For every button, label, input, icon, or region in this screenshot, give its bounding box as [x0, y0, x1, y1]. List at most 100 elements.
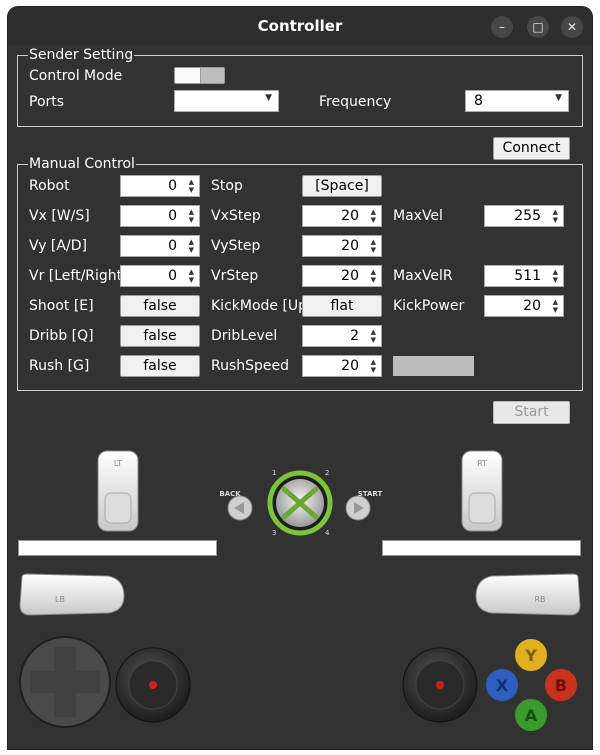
start-button[interactable]: Start: [493, 401, 570, 424]
vystep-label: VyStep: [211, 238, 261, 254]
lt-progress-bar: [18, 540, 217, 556]
quadrant-1-label: 1: [272, 469, 276, 477]
maxvelr-spinbox[interactable]: 511 ▲ ▼: [484, 265, 564, 287]
start-gamepad-label: START: [358, 490, 383, 498]
driblevel-value: 2: [350, 328, 359, 344]
vystep-spinbox[interactable]: 20 ▲ ▼: [302, 235, 382, 257]
spin-arrows-icon: ▲ ▼: [370, 238, 376, 254]
shoot-button[interactable]: false: [120, 295, 200, 317]
spin-arrows-icon: ▲ ▼: [188, 238, 194, 254]
rushspeed-value: 20: [341, 358, 359, 374]
spin-arrows-icon: ▲ ▼: [370, 328, 376, 344]
spin-arrows-icon: ▲ ▼: [188, 178, 194, 194]
vy-label: Vy [A/D]: [29, 238, 87, 254]
chevron-down-icon: ▼: [265, 93, 272, 103]
spin-arrows-icon: ▲ ▼: [188, 208, 194, 224]
spin-arrows-icon: ▲ ▼: [370, 268, 376, 284]
stop-button[interactable]: [Space]: [302, 175, 382, 197]
spin-arrows-icon: ▲ ▼: [370, 208, 376, 224]
vrstep-label: VrStep: [211, 268, 259, 284]
spin-arrows-icon: ▲ ▼: [552, 268, 558, 284]
vx-spinbox[interactable]: 0 ▲ ▼: [120, 205, 200, 227]
dribb-button[interactable]: false: [120, 325, 200, 347]
title-bar: Controller – □ ✕: [8, 7, 592, 45]
b-label: B: [555, 676, 567, 695]
rb-label: RB: [534, 595, 545, 604]
maxvelr-label: MaxVelR: [393, 268, 453, 284]
right-stick[interactable]: [402, 647, 478, 723]
spin-arrows-icon: ▲ ▼: [552, 208, 558, 224]
kickpower-spinbox[interactable]: 20 ▲ ▼: [484, 295, 564, 317]
a-label: A: [525, 706, 538, 725]
maxvel-label: MaxVel: [393, 208, 443, 224]
maxvelr-value: 511: [514, 268, 541, 284]
x-label: X: [496, 676, 509, 695]
y-label: Y: [524, 646, 537, 665]
kickpower-value: 20: [523, 298, 541, 314]
maxvel-spinbox[interactable]: 255 ▲ ▼: [484, 205, 564, 227]
spin-arrows-icon: ▲ ▼: [188, 268, 194, 284]
rb-bumper[interactable]: [475, 573, 581, 616]
rushspeed-label: RushSpeed: [211, 358, 290, 374]
vx-label: Vx [W/S]: [29, 208, 90, 224]
manual-control-title: Manual Control: [28, 156, 136, 172]
vxstep-value: 20: [341, 208, 359, 224]
frequency-value: 8: [474, 93, 483, 109]
vrstep-value: 20: [341, 268, 359, 284]
kickmode-label: KickMode [Up/Down]: [211, 298, 302, 314]
rt-progress-bar: [382, 540, 581, 556]
gamepad-graphic: LT RT LB RB BACK START 1 2 3 4 Y X B A: [19, 450, 581, 733]
maxvel-value: 255: [514, 208, 541, 224]
back-button[interactable]: [227, 495, 253, 521]
vr-spinbox[interactable]: 0 ▲ ▼: [120, 265, 200, 287]
sender-setting-title: Sender Setting: [28, 47, 135, 63]
vy-spinbox[interactable]: 0 ▲ ▼: [120, 235, 200, 257]
spin-arrows-icon: ▲ ▼: [370, 358, 376, 374]
connect-button[interactable]: Connect: [493, 137, 570, 160]
controller-window: Controller – □ ✕ Sender Setting Control …: [8, 7, 592, 749]
chevron-down-icon: ▼: [555, 93, 562, 103]
frequency-dropdown[interactable]: 8 ▼: [465, 90, 569, 112]
vxstep-spinbox[interactable]: 20 ▲ ▼: [302, 205, 382, 227]
vr-value: 0: [168, 268, 177, 284]
robot-spinbox[interactable]: 0 ▲ ▼: [120, 175, 200, 197]
left-stick[interactable]: [115, 647, 191, 723]
quadrant-4-label: 4: [325, 529, 330, 537]
lt-label: LT: [114, 459, 122, 468]
dribb-label: Dribb [Q]: [29, 328, 94, 344]
lb-bumper[interactable]: [19, 573, 125, 616]
control-mode-toggle[interactable]: [174, 67, 225, 84]
kickpower-label: KickPower: [393, 298, 465, 314]
guide-button[interactable]: [267, 470, 333, 536]
control-mode-label: Control Mode: [29, 68, 123, 84]
quadrant-2-label: 2: [325, 469, 329, 477]
rt-label: RT: [477, 459, 487, 468]
lb-label: LB: [55, 595, 65, 604]
ports-label: Ports: [29, 94, 65, 110]
minimize-button[interactable]: –: [491, 16, 513, 38]
rush-button[interactable]: false: [120, 355, 200, 377]
rushspeed-spinbox[interactable]: 20 ▲ ▼: [302, 355, 382, 377]
gamepad-panel: LT RT LB RB BACK START 1 2 3 4 Y X B A: [8, 437, 592, 749]
ports-dropdown[interactable]: ▼: [174, 90, 279, 112]
toggle-knob: [175, 68, 201, 83]
close-button[interactable]: ✕: [561, 16, 583, 38]
stop-label: Stop: [211, 178, 243, 194]
start-gamepad-button[interactable]: [345, 495, 371, 521]
spin-arrows-icon: ▲ ▼: [552, 298, 558, 314]
vxstep-label: VxStep: [211, 208, 261, 224]
driblevel-spinbox[interactable]: 2 ▲ ▼: [302, 325, 382, 347]
vy-value: 0: [168, 238, 177, 254]
kickmode-button[interactable]: flat: [302, 295, 382, 317]
shoot-label: Shoot [E]: [29, 298, 94, 314]
maximize-button[interactable]: □: [527, 16, 549, 38]
vrstep-spinbox[interactable]: 20 ▲ ▼: [302, 265, 382, 287]
frequency-label: Frequency: [319, 94, 392, 110]
rush-label: Rush [G]: [29, 358, 90, 374]
vr-label: Vr [Left/Right]: [29, 268, 120, 284]
quadrant-3-label: 3: [272, 529, 276, 537]
vystep-value: 20: [341, 238, 359, 254]
robot-label: Robot: [29, 178, 70, 194]
dpad[interactable]: [19, 636, 111, 728]
back-label: BACK: [219, 490, 241, 498]
